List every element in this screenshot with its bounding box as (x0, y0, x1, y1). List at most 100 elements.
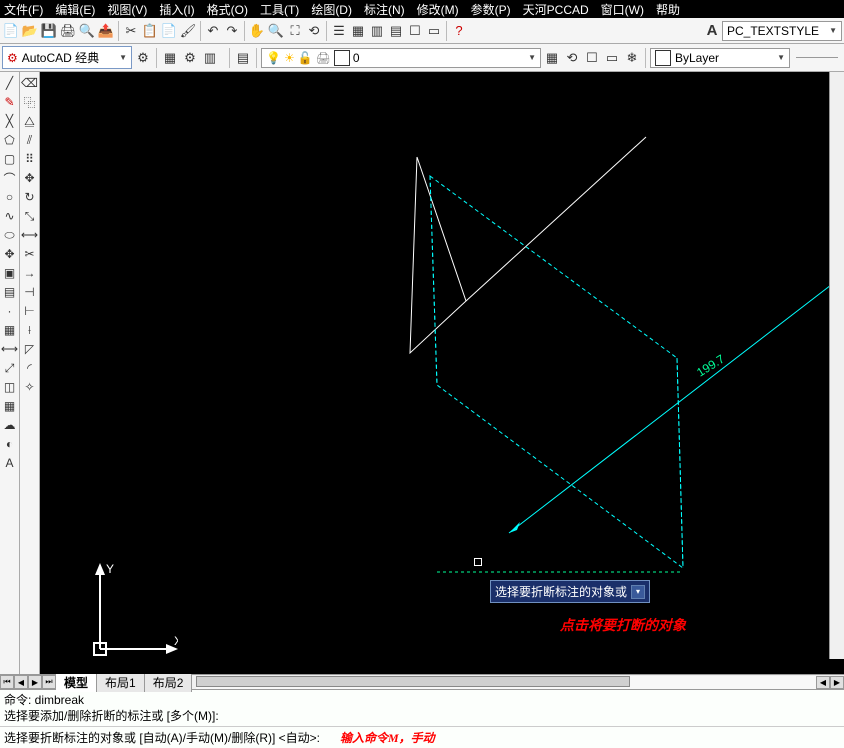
zoomprev-icon[interactable]: ⟲ (305, 22, 323, 40)
insert-icon[interactable]: ▤ (1, 283, 19, 301)
chamfer-icon[interactable]: ◸ (21, 340, 39, 358)
line-icon[interactable]: ╱ (1, 74, 19, 92)
pline-icon[interactable]: ✎ (1, 93, 19, 111)
array-icon[interactable]: ⠿ (21, 150, 39, 168)
menu-file[interactable]: 文件(F) (4, 1, 43, 18)
scroll-left-icon[interactable]: ◀ (816, 676, 830, 689)
move-icon[interactable]: ✥ (1, 245, 19, 263)
move2-icon[interactable]: ✥ (21, 169, 39, 187)
region-icon[interactable]: ◫ (1, 378, 19, 396)
dim1-icon[interactable]: ⟷ (1, 340, 19, 358)
zoom-icon[interactable]: 🔍 (267, 22, 285, 40)
menu-draw[interactable]: 绘图(D) (311, 1, 352, 18)
menu-dim[interactable]: 标注(N) (364, 1, 405, 18)
ws-gear2-icon[interactable]: ⚙ (181, 49, 199, 67)
layer-state-icon[interactable]: ▦ (543, 49, 561, 67)
markup-icon[interactable]: ☐ (406, 22, 424, 40)
xline-icon[interactable]: ╳ (1, 112, 19, 130)
tab-layout1[interactable]: 布局1 (97, 673, 145, 692)
spline-icon[interactable]: ∿ (1, 207, 19, 225)
scale-icon[interactable]: ⤡ (21, 207, 39, 225)
layer-frz-icon[interactable]: ❄ (623, 49, 641, 67)
break1-icon[interactable]: ⊣ (21, 283, 39, 301)
mtext-icon[interactable]: A (1, 454, 19, 472)
publish-icon[interactable]: 📤 (97, 22, 115, 40)
text-a-icon[interactable]: A (703, 22, 721, 40)
copy-tool-icon[interactable]: ⿻ (21, 93, 39, 111)
menu-tools[interactable]: 工具(T) (260, 1, 299, 18)
menu-modify[interactable]: 修改(M) (417, 1, 459, 18)
menu-insert[interactable]: 插入(I) (159, 1, 194, 18)
menu-edit[interactable]: 编辑(E) (55, 1, 95, 18)
break2-icon[interactable]: ⊢ (21, 302, 39, 320)
ws-save-icon[interactable]: ▦ (161, 49, 179, 67)
revcloud-icon[interactable]: ☁ (1, 416, 19, 434)
table-icon[interactable]: ▦ (1, 397, 19, 415)
open-icon[interactable]: 📂 (21, 22, 39, 40)
tp-icon[interactable]: ▥ (368, 22, 386, 40)
layer-prev-icon[interactable]: ⟲ (563, 49, 581, 67)
tab-last-icon[interactable]: ⏭ (42, 675, 56, 689)
scrollbar-track[interactable] (196, 676, 816, 689)
extend-icon[interactable]: → (21, 264, 39, 282)
wipe-icon[interactable]: ◐ (1, 435, 19, 453)
menu-param[interactable]: 参数(P) (471, 1, 511, 18)
rect-icon[interactable]: ▢ (1, 150, 19, 168)
drawing-canvas[interactable]: 199.7 选择要折断标注的对象或 ▾ 点击将要打断的对象 Y X (40, 72, 844, 674)
menu-window[interactable]: 窗口(W) (601, 1, 644, 18)
dynamic-input-menu-icon[interactable]: ▾ (631, 585, 645, 599)
undo-icon[interactable]: ↶ (204, 22, 222, 40)
tab-model[interactable]: 模型 (56, 673, 97, 692)
menu-help[interactable]: 帮助 (656, 1, 680, 18)
textstyle-dropdown[interactable]: PC_TEXTSTYLE ▼ (722, 21, 842, 41)
scrollbar-vertical[interactable] (829, 72, 844, 659)
match-icon[interactable]: 🖌 (179, 22, 197, 40)
ws-gear-icon[interactable]: ⚙ (134, 49, 152, 67)
scroll-right-icon[interactable]: ▶ (830, 676, 844, 689)
copy-icon[interactable]: 📋 (141, 22, 159, 40)
tab-layout2[interactable]: 布局2 (145, 673, 193, 692)
tab-next-icon[interactable]: ▶ (28, 675, 42, 689)
circle-icon[interactable]: ○ (1, 188, 19, 206)
ws-lock-icon[interactable]: ▥ (201, 49, 219, 67)
stretch-icon[interactable]: ⟷ (21, 226, 39, 244)
polygon-icon[interactable]: ⬠ (1, 131, 19, 149)
menu-format[interactable]: 格式(O) (207, 1, 248, 18)
explode-icon[interactable]: ✧ (21, 378, 39, 396)
new-icon[interactable]: 📄 (2, 22, 20, 40)
paste-icon[interactable]: 📄 (160, 22, 178, 40)
preview-icon[interactable]: 🔍 (78, 22, 96, 40)
fillet-icon[interactable]: ◜ (21, 359, 39, 377)
arc-icon[interactable]: ⌒ (1, 169, 19, 187)
menu-view[interactable]: 视图(V) (107, 1, 147, 18)
offset-icon[interactable]: ⫽ (21, 131, 39, 149)
hatch-icon[interactable]: ▦ (1, 321, 19, 339)
print-icon[interactable]: 🖨 (59, 22, 77, 40)
ellipse-icon[interactable]: ⬭ (1, 226, 19, 244)
block-icon[interactable]: ▣ (1, 264, 19, 282)
command-input-bar[interactable]: 选择要折断标注的对象或 [自动(A)/手动(M)/删除(R)] <自动>: 输入… (0, 726, 844, 748)
redo-icon[interactable]: ↷ (223, 22, 241, 40)
layer-prop-icon[interactable]: ▤ (234, 49, 252, 67)
linetype-dropdown[interactable]: ByLayer ▼ (650, 48, 790, 68)
rotate-icon[interactable]: ↻ (21, 188, 39, 206)
dc-icon[interactable]: ▦ (349, 22, 367, 40)
help-icon[interactable]: ? (450, 22, 468, 40)
layer-dropdown[interactable]: 💡 ☀ 🔓 🖨 0 ▼ (261, 48, 541, 68)
pan-icon[interactable]: ✋ (248, 22, 266, 40)
ssm-icon[interactable]: ▤ (387, 22, 405, 40)
tab-first-icon[interactable]: ⏮ (0, 675, 14, 689)
dim2-icon[interactable]: ⤢ (1, 359, 19, 377)
dynamic-input[interactable]: 选择要折断标注的对象或 ▾ (490, 580, 650, 603)
join-icon[interactable]: ⟊ (21, 321, 39, 339)
props-icon[interactable]: ☰ (330, 22, 348, 40)
layer-iso-icon[interactable]: ☐ (583, 49, 601, 67)
menu-pccad[interactable]: 天河PCCAD (523, 1, 589, 18)
mirror-icon[interactable]: ⧋ (21, 112, 39, 130)
point-icon[interactable]: · (1, 302, 19, 320)
layer-off-icon[interactable]: ▭ (603, 49, 621, 67)
erase-icon[interactable]: ⌫ (21, 74, 39, 92)
calc-icon[interactable]: ▭ (425, 22, 443, 40)
workspace-selector[interactable]: ⚙ AutoCAD 经典 ▼ (2, 46, 132, 69)
zoomwin-icon[interactable]: ⛶ (286, 22, 304, 40)
